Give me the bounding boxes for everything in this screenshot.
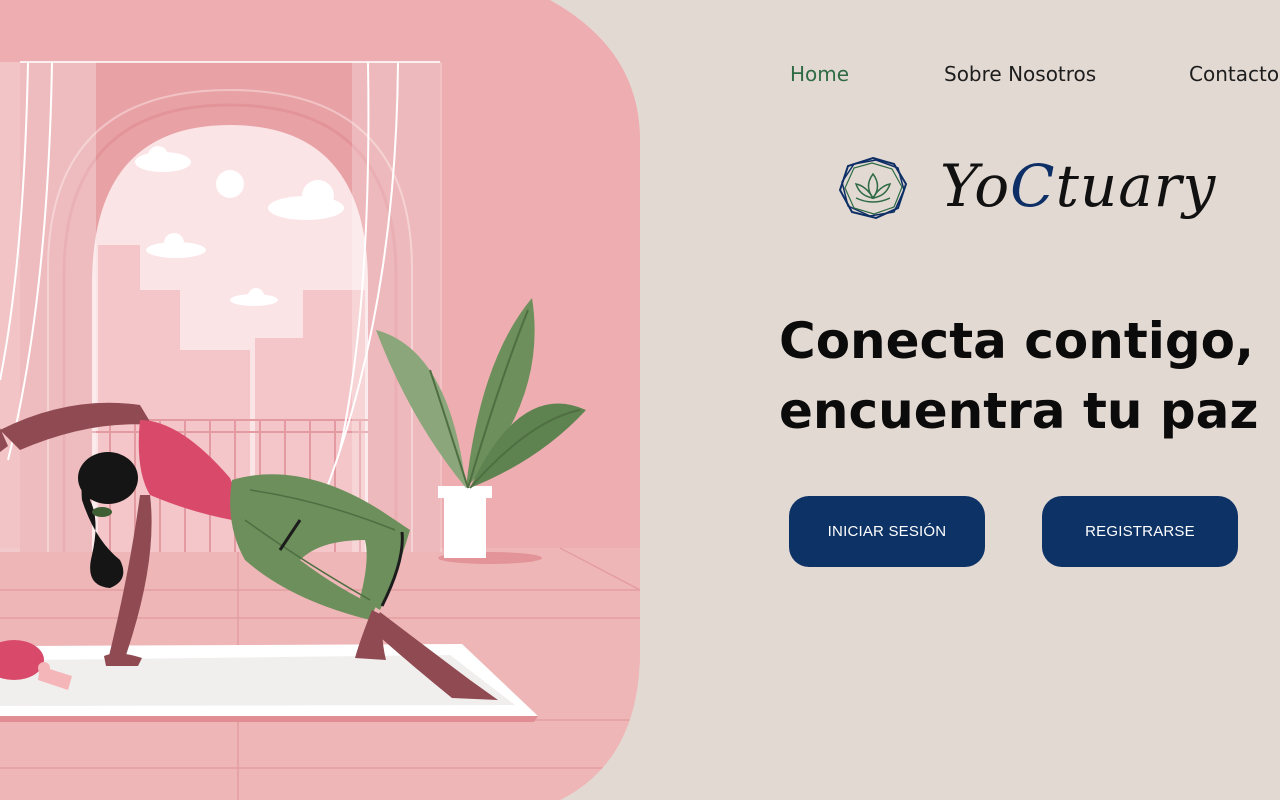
lotus-icon — [836, 154, 910, 222]
brand-name-part2: tuary — [1055, 152, 1217, 220]
nav-link-home[interactable]: Home — [790, 58, 849, 90]
main-nav: Home Sobre Nosotros Contacto — [0, 58, 1280, 90]
brand-logo[interactable]: YoCtuary — [836, 150, 1236, 230]
login-button[interactable]: INICIAR SESIÓN — [789, 496, 985, 567]
yoga-illustration — [0, 0, 640, 800]
brand-name-part1: Yo — [940, 152, 1011, 220]
hero-headline-line2: encuentra tu paz — [779, 382, 1259, 440]
brand-name-accent: C — [1010, 152, 1056, 220]
brand-name: YoCtuary — [940, 148, 1216, 224]
nav-link-contacto[interactable]: Contacto — [1189, 58, 1279, 90]
hero-headline: Conecta contigo, encuentra tu paz — [779, 306, 1259, 446]
landing-page: Home Sobre Nosotros Contacto YoCtuary Co… — [0, 0, 1280, 800]
hero-headline-line1: Conecta contigo, — [779, 312, 1254, 370]
nav-link-sobre-nosotros[interactable]: Sobre Nosotros — [944, 58, 1096, 90]
register-button[interactable]: REGISTRARSE — [1042, 496, 1238, 567]
